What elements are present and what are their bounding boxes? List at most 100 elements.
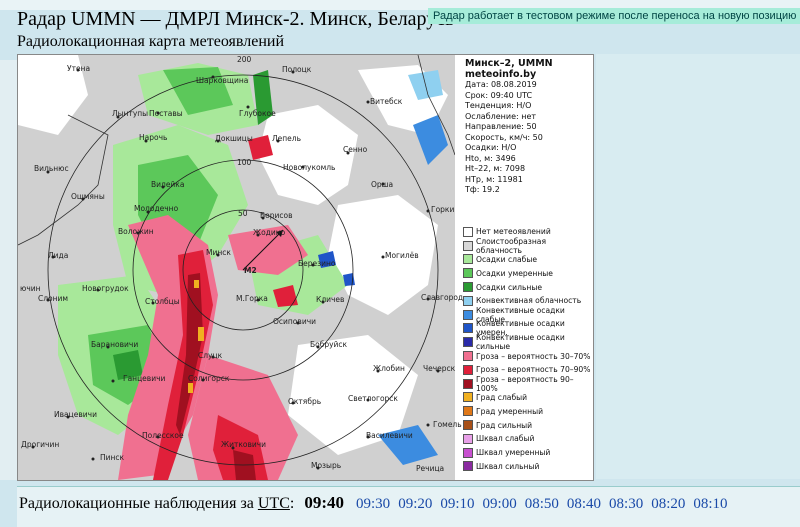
legend-swatch bbox=[463, 433, 473, 444]
city-label: Шарковщина bbox=[196, 76, 249, 85]
legend-item: Шквал слабый bbox=[463, 432, 591, 446]
radar-map[interactable]: 200 100 50 M2 Утена Шарковщина Полоцк Лы… bbox=[18, 55, 463, 480]
legend-item: Град умеренный bbox=[463, 404, 591, 418]
legend-label: Шквал умеренный bbox=[476, 448, 551, 458]
city-label: Витебск bbox=[370, 97, 403, 106]
city-label: Докшицы bbox=[215, 134, 253, 143]
city-label: Вильнюс bbox=[34, 164, 69, 173]
city-label: Сенно bbox=[343, 145, 368, 154]
right-gutter bbox=[596, 54, 800, 479]
city-label: Новогрудок bbox=[82, 284, 129, 293]
city-label: Слоним bbox=[38, 294, 69, 303]
city-label: М.Горка bbox=[236, 294, 268, 303]
city-label: Славгород bbox=[421, 293, 464, 302]
city-label: Житковичи bbox=[221, 440, 267, 449]
legend-label: Гроза – вероятность 90–100% bbox=[476, 374, 574, 393]
legend-swatch bbox=[463, 282, 473, 293]
city-label: Жодино bbox=[253, 228, 286, 237]
city-label: Нарочь bbox=[139, 133, 168, 142]
legend-swatch bbox=[463, 364, 473, 375]
radar-panel: 200 100 50 M2 Утена Шарковщина Полоцк Лы… bbox=[17, 54, 594, 481]
legend-label: Конвективная облачность bbox=[476, 296, 582, 306]
info-line: Дата: 08.08.2019 bbox=[465, 80, 537, 89]
info-line: Скорость, км/ч: 50 bbox=[465, 132, 543, 142]
station-name: Минск–2, UMMN bbox=[465, 58, 553, 69]
city-label: Борисов bbox=[260, 211, 293, 220]
city-label: Дрогичин bbox=[21, 440, 60, 449]
legend-swatch bbox=[463, 226, 473, 237]
legend-label: Слоистообразная облачность bbox=[476, 236, 547, 255]
city-label: Мозырь bbox=[311, 461, 342, 470]
legend-item: Гроза – вероятность 90–100% bbox=[463, 374, 591, 393]
time-link-0900[interactable]: 09:00 bbox=[483, 496, 517, 512]
legend-label: Осадки слабые bbox=[476, 254, 538, 264]
time-link-0810[interactable]: 08:10 bbox=[693, 496, 727, 512]
city-label: Вилейка bbox=[151, 180, 185, 189]
legend-label: Гроза – вероятность 30–70% bbox=[476, 351, 591, 361]
city-label: Полоцк bbox=[282, 65, 312, 74]
legend-swatch bbox=[463, 420, 473, 431]
info-line: Срок: 09:40 UTC bbox=[465, 90, 533, 100]
legend-swatch bbox=[463, 392, 473, 403]
time-link-0830[interactable]: 08:30 bbox=[609, 496, 643, 512]
city-label: Осиповичи bbox=[273, 317, 316, 326]
city-label: Чечерск bbox=[423, 364, 456, 373]
info-line: Нto, м: 3496 bbox=[465, 153, 516, 163]
legend-label: Град умеренный bbox=[476, 406, 544, 416]
legend-item: Шквал умеренный bbox=[463, 446, 591, 460]
time-link-0930[interactable]: 09:30 bbox=[356, 496, 390, 512]
legend-label: Конвективные осадки сильные bbox=[476, 333, 565, 352]
left-gutter bbox=[0, 60, 18, 480]
legend-label: Осадки сильные bbox=[476, 282, 543, 292]
info-line: Тенденция: Н/О bbox=[465, 101, 532, 110]
city-label: Октябрь bbox=[288, 397, 322, 406]
legend-swatch bbox=[463, 295, 473, 306]
city-label: Ошмяны bbox=[71, 192, 105, 201]
legend-swatch bbox=[463, 240, 473, 251]
legend-swatch bbox=[463, 337, 473, 348]
city-label: Горки bbox=[431, 205, 455, 214]
info-line: Тф: 19.2 bbox=[465, 185, 500, 194]
time-link-0820[interactable]: 08:20 bbox=[651, 496, 685, 512]
observation-prefix: Радиолокационные наблюдения за bbox=[19, 495, 254, 512]
city-label: Василевичи bbox=[366, 431, 413, 440]
city-label: Минск bbox=[206, 248, 231, 257]
time-link-0850[interactable]: 08:50 bbox=[525, 496, 559, 512]
test-mode-notice: Радар работает в тестовом режиме после п… bbox=[428, 8, 800, 24]
time-link-0920[interactable]: 09:20 bbox=[398, 496, 432, 512]
city-label: Пинск bbox=[100, 453, 125, 462]
ring-label-50: 50 bbox=[238, 209, 248, 218]
info-line: Осадки: Н/О bbox=[465, 143, 517, 152]
legend-swatch bbox=[463, 378, 473, 389]
legend-label: Шквал слабый bbox=[476, 434, 535, 444]
city-label: Солигорск bbox=[188, 374, 230, 383]
legend-swatch bbox=[463, 406, 473, 417]
legend-item: Осадки сильные bbox=[463, 280, 591, 294]
city-label: Светлогорск bbox=[348, 394, 398, 403]
ring-label-100: 100 bbox=[237, 158, 252, 167]
city-label: Ганцевичи bbox=[123, 374, 166, 383]
city-label: Бобруйск bbox=[310, 340, 348, 349]
observation-colon: : bbox=[289, 495, 295, 512]
time-link-0840[interactable]: 08:40 bbox=[567, 496, 601, 512]
legend-label: Нет метеоявлений bbox=[476, 227, 551, 237]
ring-label-200: 200 bbox=[237, 55, 252, 64]
info-line: Ослабление: нет bbox=[465, 111, 537, 121]
legend-swatch bbox=[463, 268, 473, 279]
legend-item: Шквал сильный bbox=[463, 460, 591, 474]
legend-item: Гроза – вероятность 30–70% bbox=[463, 349, 591, 363]
legend-item: Осадки умеренные bbox=[463, 266, 591, 280]
station-info: Минск–2, UMMN meteoinfo.by Дата: 08.08.2… bbox=[465, 58, 585, 196]
legend: Нет метеоявлений Слоистообразная облачнос… bbox=[463, 225, 591, 473]
current-time: 09:40 bbox=[304, 493, 345, 512]
city-label: Могилёв bbox=[385, 251, 419, 260]
city-label: Новолукомль bbox=[283, 163, 336, 172]
city-label: Кличев bbox=[316, 295, 345, 304]
time-link-0910[interactable]: 09:10 bbox=[440, 496, 474, 512]
legend-swatch bbox=[463, 254, 473, 265]
city-label: Лепель bbox=[272, 134, 301, 143]
city-label: Молодечно bbox=[134, 204, 179, 213]
page-subtitle: Радиолокационная карта метеоявлений bbox=[17, 33, 285, 50]
utc-link[interactable]: UTC bbox=[258, 495, 290, 512]
city-label: Березино bbox=[298, 259, 336, 268]
